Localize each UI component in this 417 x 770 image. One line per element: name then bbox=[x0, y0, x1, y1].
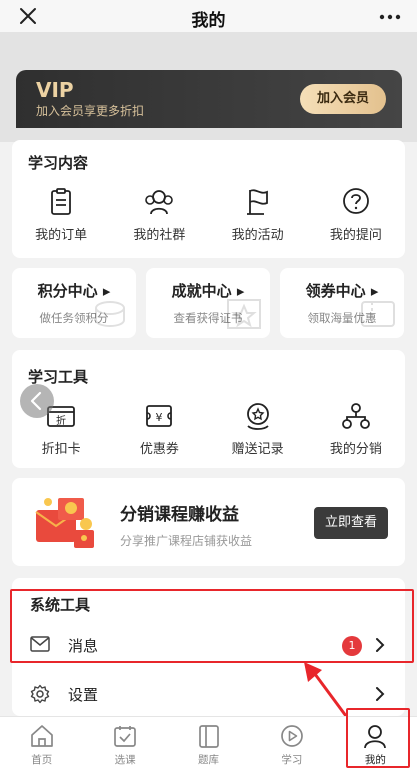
my-questions-item[interactable]: 我的提问 bbox=[307, 186, 405, 243]
gift-record-icon bbox=[246, 403, 269, 430]
tab-home[interactable]: 首页 bbox=[0, 717, 83, 770]
points-center-card[interactable]: 积分中心 ▸ 做任务领积分 bbox=[12, 268, 136, 338]
section-title: 学习内容 bbox=[28, 154, 89, 172]
svg-text:折: 折 bbox=[56, 414, 66, 427]
home-icon bbox=[30, 725, 53, 747]
gift-records-item[interactable]: 赠送记录 bbox=[209, 400, 307, 457]
red-envelope-illustration bbox=[35, 498, 94, 548]
chevron-left-icon bbox=[30, 391, 42, 411]
my-distribution-item[interactable]: 我的分销 bbox=[307, 400, 405, 457]
my-groups-item[interactable]: 我的社群 bbox=[110, 186, 208, 243]
flag-icon bbox=[246, 189, 268, 215]
my-groups-label: 我的社群 bbox=[133, 228, 186, 243]
discount-card-label: 折扣卡 bbox=[41, 442, 81, 457]
top-navigation-bar: 我的 bbox=[0, 0, 417, 32]
my-distribution-label: 我的分销 bbox=[329, 442, 382, 457]
learning-content-card: 学习内容 我的订单 我的社群 我的活动 我的提问 bbox=[12, 140, 405, 258]
group-icon bbox=[145, 190, 174, 215]
tab-question-bank-label: 题库 bbox=[198, 754, 220, 766]
play-icon bbox=[281, 725, 303, 747]
annotation-highlight-box bbox=[10, 589, 414, 663]
promo-title: 分销课程赚收益 bbox=[120, 505, 239, 525]
my-questions-label: 我的提问 bbox=[329, 228, 382, 243]
learning-tools-card: 学习工具 折 折扣卡 ¥ 优惠券 赠送记录 我的分销 bbox=[12, 350, 405, 468]
gift-records-label: 赠送记录 bbox=[231, 442, 284, 457]
course-select-icon bbox=[114, 726, 136, 747]
chevron-right-icon bbox=[376, 687, 385, 701]
coupon-icon: ¥ bbox=[146, 405, 173, 427]
coins-icon bbox=[95, 301, 125, 327]
my-orders-label: 我的订单 bbox=[35, 228, 88, 243]
ticket-icon bbox=[361, 301, 395, 327]
gear-icon bbox=[30, 684, 50, 704]
question-icon bbox=[342, 188, 369, 214]
page-title: 我的 bbox=[191, 11, 226, 31]
my-activities-item[interactable]: 我的活动 bbox=[209, 186, 307, 243]
my-orders-item[interactable]: 我的订单 bbox=[12, 186, 110, 243]
coupons-label: 优惠券 bbox=[139, 442, 179, 457]
promo-subtitle: 分享推广课程店铺获收益 bbox=[120, 534, 253, 548]
settings-label: 设置 bbox=[68, 686, 99, 704]
vip-subtitle: 加入会员享更多折扣 bbox=[36, 104, 145, 118]
achievement-center-card[interactable]: 成就中心 ▸ 查看获得证书 bbox=[146, 268, 270, 338]
clipboard-icon bbox=[51, 188, 72, 215]
carousel-prev-button[interactable] bbox=[20, 384, 54, 418]
join-membership-button[interactable]: 加入会员 bbox=[300, 84, 386, 114]
certificate-icon bbox=[227, 299, 261, 329]
vip-title: VIP bbox=[36, 78, 74, 102]
more-icon[interactable] bbox=[379, 14, 401, 20]
coupon-center-card[interactable]: 领券中心 ▸ 领取海量优惠 bbox=[280, 268, 404, 338]
view-now-button[interactable]: 立即查看 bbox=[314, 507, 388, 539]
tab-course-select-label: 选课 bbox=[114, 754, 136, 766]
tab-study[interactable]: 学习 bbox=[250, 717, 333, 770]
my-activities-label: 我的活动 bbox=[231, 228, 284, 243]
annotation-tab-highlight-box bbox=[346, 708, 410, 768]
tab-course-select[interactable]: 选课 bbox=[83, 717, 166, 770]
distribution-icon bbox=[341, 403, 370, 429]
coupons-item[interactable]: ¥ 优惠券 bbox=[110, 400, 208, 457]
vip-banner[interactable]: VIP 加入会员享更多折扣 加入会员 bbox=[16, 70, 402, 128]
tab-home-label: 首页 bbox=[31, 754, 53, 766]
tab-study-label: 学习 bbox=[281, 754, 303, 766]
svg-text:¥: ¥ bbox=[156, 411, 163, 424]
question-bank-icon bbox=[198, 725, 219, 748]
tab-question-bank[interactable]: 题库 bbox=[167, 717, 250, 770]
